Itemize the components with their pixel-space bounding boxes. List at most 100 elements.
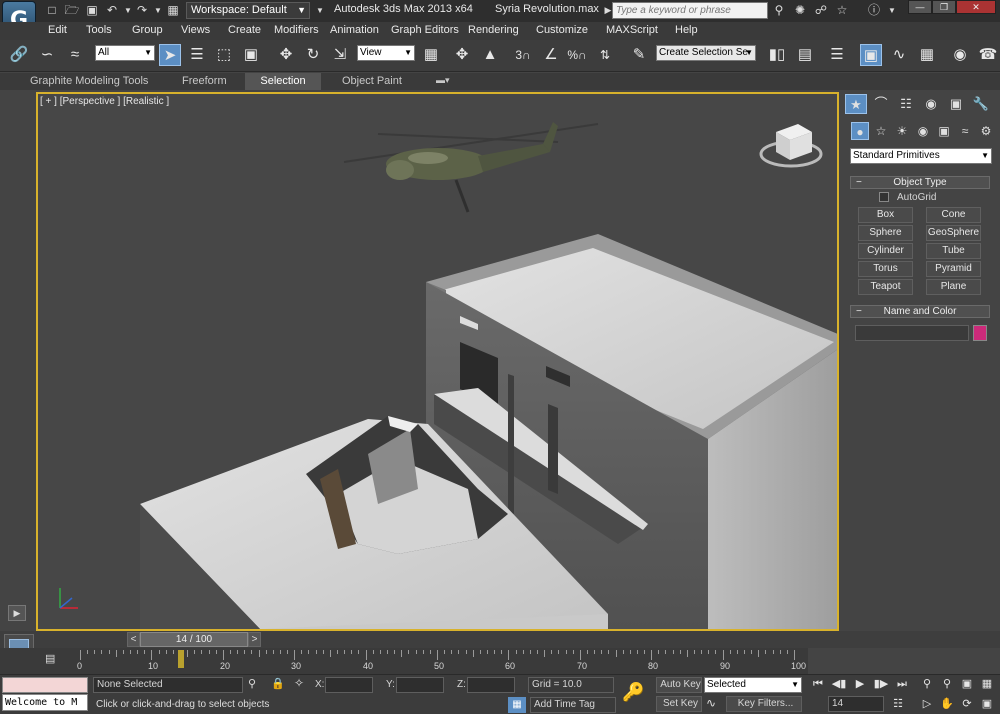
graphite-toggle-icon[interactable]: ▣ (860, 44, 882, 66)
set-key-mode-icon[interactable]: 🔑 (622, 682, 644, 703)
lights-icon[interactable]: ☀ (893, 122, 911, 140)
schematic-view-icon[interactable]: ▦ (916, 44, 938, 66)
key-mode-dropdown[interactable]: Selected ▼ (704, 677, 802, 693)
teapot-button[interactable]: Teapot (858, 279, 913, 295)
play-expand-icon[interactable]: ▶ (8, 605, 26, 621)
snaps-toggle-icon[interactable]: 3∩ (512, 44, 534, 66)
helpers-icon[interactable]: ▣ (935, 122, 953, 140)
play-icon[interactable]: ▶ (850, 676, 870, 692)
autogrid-checkbox[interactable] (879, 192, 889, 202)
search-input[interactable]: Type a keyword or phrase (612, 2, 768, 19)
key-filters-button[interactable]: Key Filters... (726, 696, 802, 712)
isolate-selection-icon[interactable]: ⚲ (248, 677, 256, 690)
previous-key-icon[interactable]: ◀▮ (829, 676, 849, 692)
box-button[interactable]: Box (858, 207, 913, 223)
modify-panel-icon[interactable]: ⌒ (870, 94, 892, 114)
reference-coordinate-dropdown[interactable]: View ▼ (357, 45, 415, 61)
next-frame-button[interactable]: > (248, 632, 261, 647)
x-coordinate-field[interactable] (325, 677, 373, 693)
menu-maxscript[interactable]: MAXScript (606, 24, 658, 36)
viewcube[interactable] (759, 124, 823, 168)
favorites-star-icon[interactable]: ☆ (834, 3, 850, 18)
rectangular-selection-region-icon[interactable]: ⬚ (213, 44, 235, 66)
bind-to-space-warp-icon[interactable]: ≈ (64, 44, 86, 66)
perspective-viewport[interactable] (36, 92, 839, 631)
material-editor-icon[interactable]: ◉ (949, 44, 971, 66)
align-icon[interactable]: ▤ (794, 44, 816, 66)
cameras-icon[interactable]: ◉ (914, 122, 932, 140)
go-to-start-icon[interactable]: ⏮ (808, 676, 828, 692)
select-and-move-icon[interactable]: ✥ (275, 44, 297, 66)
transform-type-in-icon[interactable]: ✧ (294, 676, 304, 690)
communication-center-icon[interactable]: ☍ (813, 3, 829, 18)
selection-filter-dropdown[interactable]: All ▼ (95, 45, 155, 61)
object-name-input[interactable] (855, 325, 969, 341)
tube-button[interactable]: Tube (926, 243, 981, 259)
menu-edit[interactable]: Edit (48, 24, 67, 36)
tab-graphite-modeling-tools[interactable]: Graphite Modeling Tools (30, 75, 148, 87)
selection-lock-icon[interactable]: 🔒 (271, 677, 285, 690)
name-and-color-rollout-header[interactable]: − Name and Color (850, 305, 990, 318)
helicopter[interactable] (343, 122, 599, 213)
maxscript-listener-top[interactable] (2, 677, 88, 693)
save-icon[interactable]: ▣ (84, 3, 100, 18)
z-coordinate-field[interactable] (467, 677, 515, 693)
redo-dropdown-icon[interactable]: ▼ (150, 3, 166, 18)
percent-snap-icon[interactable]: %∩ (566, 44, 588, 66)
new-file-icon[interactable]: □ (44, 3, 60, 18)
zoom-icon[interactable]: ⚲ (917, 676, 937, 692)
edit-named-selection-icon[interactable]: ✎ (628, 44, 650, 66)
spinner-snap-icon[interactable]: ⇅ (594, 44, 616, 66)
menu-modifiers[interactable]: Modifiers (274, 24, 319, 36)
named-selection-sets-dropdown[interactable]: Create Selection Se ▼ (656, 45, 756, 61)
time-tag-icon[interactable]: ▦ (508, 697, 526, 713)
set-key-button[interactable]: Set Key (656, 696, 702, 712)
menu-customize[interactable]: Customize (536, 24, 588, 36)
minimize-button[interactable]: — (908, 0, 932, 14)
mirror-icon[interactable]: ▮▯ (766, 44, 788, 66)
menu-rendering[interactable]: Rendering (468, 24, 519, 36)
menu-views[interactable]: Views (181, 24, 210, 36)
hierarchy-panel-icon[interactable]: ☷ (895, 94, 917, 114)
auto-key-button[interactable]: Auto Key (656, 677, 702, 693)
zoom-extents-icon[interactable]: ▣ (957, 676, 977, 692)
current-frame-field[interactable]: 14 (828, 696, 884, 712)
unlink-selection-icon[interactable]: ∽ (36, 44, 58, 66)
cylinder-button[interactable]: Cylinder (858, 243, 913, 259)
search-icon[interactable]: ⚲ (771, 3, 787, 18)
pivot-center-icon[interactable]: ▦ (420, 44, 442, 66)
select-and-manipulate-icon[interactable]: ✥ (451, 44, 473, 66)
tab-object-paint[interactable]: Object Paint (342, 75, 402, 87)
workspace-dropdown[interactable]: Workspace: Default ▼ (186, 2, 310, 19)
select-and-scale-icon[interactable]: ⇲ (329, 44, 351, 66)
select-object-icon[interactable]: ➤ (159, 44, 181, 66)
maxscript-listener-input[interactable]: Welcome to M (2, 694, 88, 711)
menu-animation[interactable]: Animation (330, 24, 379, 36)
field-of-view-icon[interactable]: ▷ (917, 696, 937, 712)
render-setup-icon[interactable]: ☎ (977, 44, 999, 66)
object-type-rollout-header[interactable]: − Object Type (850, 176, 990, 189)
go-to-end-icon[interactable]: ⏭ (892, 676, 912, 692)
menu-create[interactable]: Create (228, 24, 261, 36)
undo-icon[interactable]: ↶ (104, 3, 120, 18)
object-color-swatch[interactable] (973, 325, 987, 341)
motion-panel-icon[interactable]: ◉ (920, 94, 942, 114)
restore-button[interactable]: ❐ (932, 0, 956, 14)
angle-snap-icon[interactable]: ∠ (540, 44, 562, 66)
tab-selection[interactable]: Selection (245, 73, 321, 90)
previous-frame-button[interactable]: < (127, 632, 140, 647)
window-crossing-icon[interactable]: ▣ (240, 44, 262, 66)
create-panel-icon[interactable]: ★ (845, 94, 867, 114)
pan-view-icon[interactable]: ✋ (937, 696, 957, 712)
plane-button[interactable]: Plane (926, 279, 981, 295)
sphere-button[interactable]: Sphere (858, 225, 913, 241)
select-and-link-icon[interactable]: 🔗 (8, 44, 30, 66)
viewport-label[interactable]: [ + ] [Perspective ] [Realistic ] (40, 96, 169, 107)
redo-icon[interactable]: ↷ (134, 3, 150, 18)
menu-help[interactable]: Help (675, 24, 698, 36)
close-button[interactable]: ✕ (956, 0, 996, 14)
shapes-icon[interactable]: ☆ (872, 122, 890, 140)
add-time-tag-button[interactable]: Add Time Tag (530, 697, 616, 713)
curve-editor-icon[interactable]: ∿ (888, 44, 910, 66)
subscription-icon[interactable]: ✺ (792, 3, 808, 18)
